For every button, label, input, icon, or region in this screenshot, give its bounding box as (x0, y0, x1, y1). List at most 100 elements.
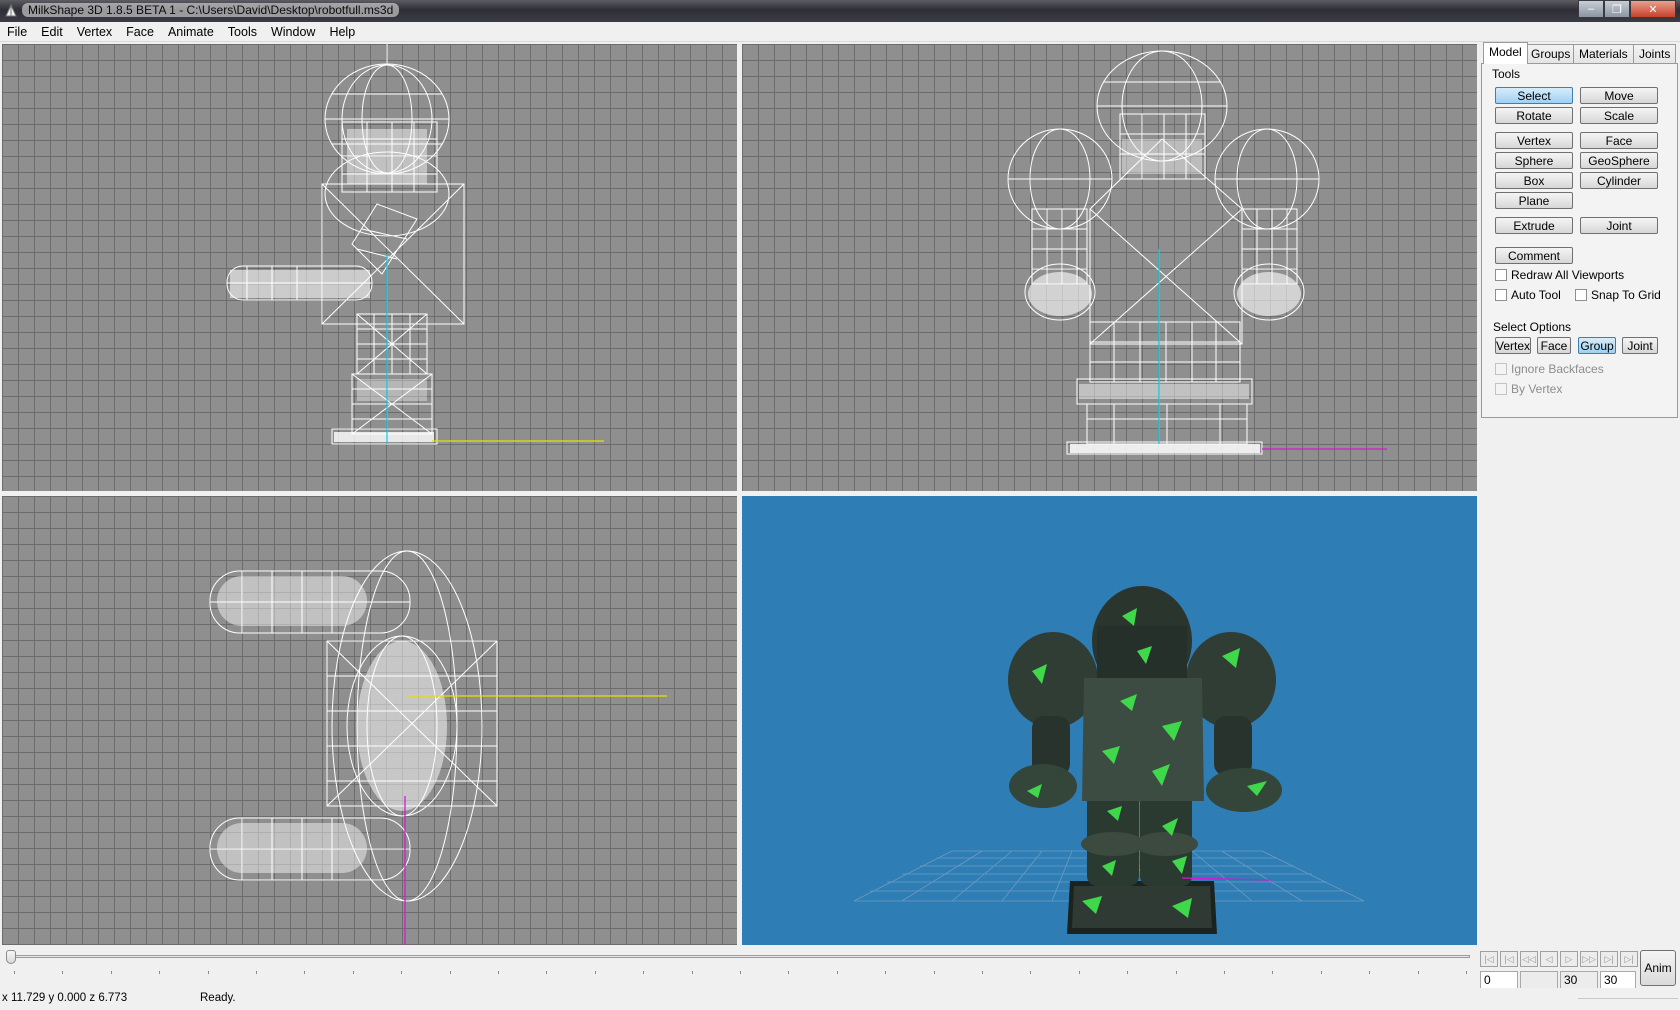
ignore-backfaces-checkbox: Ignore Backfaces (1495, 362, 1604, 376)
frame-tick (643, 971, 645, 974)
menu-vertex[interactable]: Vertex (70, 25, 119, 39)
frame-tick (1175, 971, 1177, 974)
side-wireframe (226, 44, 604, 445)
next-key-button[interactable]: ▷| (1600, 951, 1618, 967)
menu-edit[interactable]: Edit (34, 25, 70, 39)
size-grip[interactable] (1578, 998, 1678, 1008)
maximize-icon[interactable]: ❐ (1604, 0, 1630, 18)
frame-tick (836, 971, 838, 974)
frame-tick (691, 971, 693, 974)
frame-ticks (14, 971, 1470, 975)
frame-field-blank[interactable] (1520, 971, 1558, 989)
face-tool-button[interactable]: Face (1580, 132, 1658, 149)
front-wireframe (1007, 50, 1387, 455)
box-button[interactable]: Box (1495, 172, 1573, 189)
frame-tick (14, 971, 15, 974)
viewport-perspective[interactable] (742, 496, 1477, 945)
extrude-button[interactable]: Extrude (1495, 217, 1573, 234)
frame-tick (1272, 971, 1274, 974)
frame-tick (498, 971, 499, 974)
viewport-top[interactable] (2, 496, 737, 945)
viewport-side[interactable] (2, 44, 737, 491)
vertex-tool-button[interactable]: Vertex (1495, 132, 1573, 149)
title-bar: MilkShape 3D 1.8.5 BETA 1 - C:\Users\Dav… (0, 0, 1680, 22)
tool-panel: Model Groups Materials Joints Tools Sele… (1481, 42, 1680, 947)
current-frame-field[interactable]: 0 (1480, 971, 1518, 989)
panel-tabs: Model Groups Materials Joints (1481, 42, 1680, 64)
frame-tick (1466, 971, 1467, 974)
select-joint-button[interactable]: Joint (1622, 337, 1658, 354)
menu-file[interactable]: File (0, 25, 34, 39)
checkbox-box (1495, 289, 1507, 301)
sphere-button[interactable]: Sphere (1495, 152, 1573, 169)
select-button[interactable]: Select (1495, 87, 1573, 104)
prev-frame-button[interactable]: ◁ (1540, 951, 1558, 967)
anim-toggle-button[interactable]: Anim (1640, 950, 1676, 986)
frame-tick (1320, 971, 1322, 974)
menu-face[interactable]: Face (119, 25, 161, 39)
tab-model[interactable]: Model (1483, 42, 1528, 64)
snap-to-grid-checkbox[interactable]: Snap To Grid (1575, 288, 1661, 302)
total-frames-field[interactable]: 30 (1600, 971, 1636, 989)
checkbox-box (1495, 363, 1507, 375)
last-frame-button[interactable]: ▷| (1620, 951, 1638, 967)
tab-groups[interactable]: Groups (1525, 44, 1577, 64)
select-vertex-button[interactable]: Vertex (1495, 337, 1531, 354)
menu-help[interactable]: Help (322, 25, 362, 39)
frame-tick (62, 971, 64, 974)
status-bar: x 11.729 y 0.000 z 6.773 Ready. (0, 988, 1680, 1010)
frame-tick (1369, 971, 1371, 974)
frame-tick (933, 971, 935, 974)
frame-tick (304, 971, 306, 974)
frame-tick (546, 971, 548, 974)
rewind-button[interactable]: ◁◁ (1520, 951, 1538, 967)
scale-button[interactable]: Scale (1580, 107, 1658, 124)
app-icon (5, 4, 17, 17)
next-frame-button[interactable]: ▷ (1560, 951, 1578, 967)
frame-tick (982, 971, 983, 974)
checkbox-box (1575, 289, 1587, 301)
plane-button[interactable]: Plane (1495, 192, 1573, 209)
menu-tools[interactable]: Tools (221, 25, 264, 39)
frame-tick (1417, 971, 1419, 974)
window-title: MilkShape 3D 1.8.5 BETA 1 - C:\Users\Dav… (22, 3, 400, 17)
minimize-icon[interactable]: – (1578, 0, 1604, 18)
geosphere-button[interactable]: GeoSphere (1580, 152, 1658, 169)
menu-animate[interactable]: Animate (161, 25, 221, 39)
frame-tick (256, 971, 257, 974)
menu-bar: File Edit Vertex Face Animate Tools Wind… (0, 22, 1680, 42)
frame-tick (449, 971, 451, 974)
comment-button[interactable]: Comment (1495, 247, 1573, 264)
fast-forward-button[interactable]: ▷▷ (1580, 951, 1598, 967)
tab-joints[interactable]: Joints (1633, 44, 1677, 64)
viewport-front[interactable] (742, 44, 1477, 491)
tab-materials[interactable]: Materials (1573, 44, 1634, 64)
snap-to-grid-label: Snap To Grid (1591, 288, 1661, 302)
frame-slider-thumb[interactable] (6, 950, 16, 964)
status-message: Ready. (200, 992, 236, 1004)
frame-tick (594, 971, 596, 974)
frame-tick (1078, 971, 1080, 974)
frame-tick (207, 971, 209, 974)
move-button[interactable]: Move (1580, 87, 1658, 104)
frame-tick (1224, 971, 1225, 974)
joint-tool-button[interactable]: Joint (1580, 217, 1658, 234)
auto-tool-checkbox[interactable]: Auto Tool (1495, 288, 1561, 302)
frame-tick (885, 971, 887, 974)
model-tab-content: Tools Select Move Rotate Scale Vertex Fa… (1481, 63, 1678, 418)
cylinder-button[interactable]: Cylinder (1580, 172, 1658, 189)
select-group-button[interactable]: Group (1578, 337, 1616, 354)
redraw-all-viewports-checkbox[interactable]: Redraw All Viewports (1495, 268, 1624, 282)
checkbox-box (1495, 383, 1507, 395)
rotate-button[interactable]: Rotate (1495, 107, 1573, 124)
close-icon[interactable]: ✕ (1630, 0, 1676, 18)
animation-timeline: |◁ |◁ ◁◁ ◁ ▷ ▷▷ ▷| ▷| 0 30 30 Anim (0, 947, 1680, 993)
select-face-button[interactable]: Face (1537, 337, 1571, 354)
menu-window[interactable]: Window (264, 25, 322, 39)
prev-key-button[interactable]: |◁ (1500, 951, 1518, 967)
first-frame-button[interactable]: |◁ (1480, 951, 1498, 967)
top-wireframe (209, 550, 667, 945)
start-frame-field[interactable]: 30 (1560, 971, 1598, 989)
by-vertex-checkbox: By Vertex (1495, 382, 1562, 396)
frame-slider[interactable] (10, 955, 1470, 958)
